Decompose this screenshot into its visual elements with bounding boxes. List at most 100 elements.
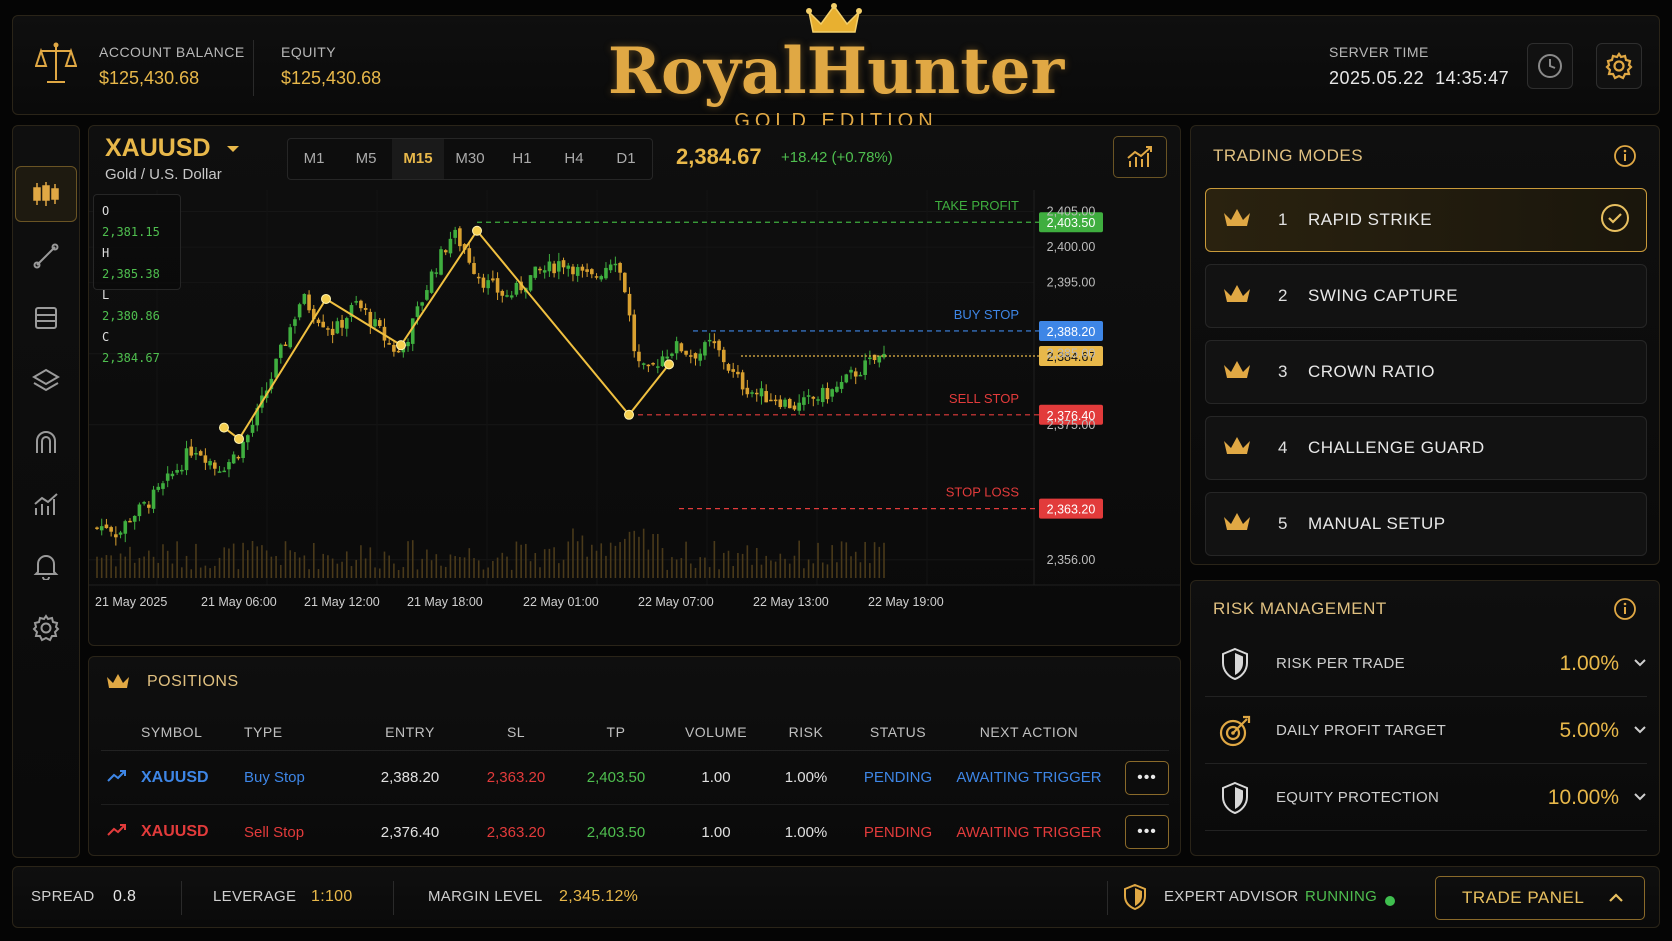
trendline-tool[interactable] bbox=[15, 228, 77, 284]
candle-body bbox=[467, 248, 472, 263]
candle-body bbox=[377, 320, 382, 326]
candle-body bbox=[816, 399, 820, 401]
more-actions-button[interactable]: ••• bbox=[1125, 815, 1169, 849]
mode-manual-setup[interactable]: 5 MANUAL SETUP bbox=[1205, 492, 1647, 556]
candle-body bbox=[604, 267, 608, 279]
daily-profit-target-row[interactable]: DAILY PROFIT TARGET 5.00% bbox=[1205, 698, 1647, 764]
table-row[interactable]: XAUUSD Sell Stop 2,376.40 2,363.20 2,403… bbox=[101, 805, 1169, 859]
candle-body bbox=[340, 319, 344, 328]
candlestick-tool[interactable] bbox=[15, 166, 77, 222]
candle-body bbox=[368, 311, 373, 327]
zigzag-point bbox=[624, 409, 634, 420]
equity-protection-row[interactable]: EQUITY PROTECTION 10.00% bbox=[1205, 765, 1647, 831]
timeframe-h1[interactable]: H1 bbox=[496, 139, 548, 179]
indicators-button[interactable] bbox=[1113, 136, 1167, 178]
analytics-icon bbox=[34, 493, 58, 515]
alerts-tool[interactable] bbox=[15, 538, 77, 594]
risk-per-trade-row[interactable]: RISK PER TRADE 1.00% bbox=[1205, 631, 1647, 697]
row-type: Buy Stop bbox=[244, 769, 305, 786]
col-status: STATUS bbox=[869, 723, 927, 740]
y-tick-label: 2,356.00 bbox=[1047, 553, 1096, 567]
mode-swing-capture[interactable]: 2 SWING CAPTURE bbox=[1205, 264, 1647, 328]
candle-body bbox=[128, 520, 132, 523]
server-time-label: SERVER TIME bbox=[1329, 44, 1429, 60]
timeframe-h4[interactable]: H4 bbox=[548, 139, 600, 179]
row-next-action: AWAITING TRIGGER bbox=[956, 823, 1102, 841]
timeframe-m30[interactable]: M30 bbox=[444, 139, 496, 179]
timeframe-m15[interactable]: M15 bbox=[392, 139, 444, 179]
col-next-action: NEXT ACTION bbox=[979, 723, 1079, 740]
mode-rapid-strike[interactable]: 1 RAPID STRIKE bbox=[1205, 188, 1647, 252]
list-tool[interactable] bbox=[15, 290, 77, 346]
candle-body bbox=[137, 504, 142, 517]
candle-body bbox=[745, 387, 750, 395]
candle-body bbox=[698, 353, 703, 361]
candle-body bbox=[707, 339, 712, 342]
y-tick-label: 2,385.00 bbox=[1047, 347, 1096, 361]
crown-icon bbox=[1222, 434, 1256, 463]
timeframe-d1[interactable]: D1 bbox=[600, 139, 652, 179]
y-tick-label: 2,400.00 bbox=[1047, 240, 1096, 254]
candle-body bbox=[552, 263, 556, 274]
chevron-down-icon[interactable] bbox=[1633, 655, 1647, 673]
chevron-down-icon[interactable] bbox=[1633, 722, 1647, 740]
trade-panel-button[interactable]: TRADE PANEL bbox=[1435, 876, 1645, 920]
server-time: SERVER TIME 2025.05.22 14:35:47 bbox=[1329, 44, 1509, 89]
mode-challenge-guard[interactable]: 4 CHALLENGE GUARD bbox=[1205, 416, 1647, 480]
x-tick-label: 22 May 07:00 bbox=[638, 595, 714, 609]
mode-number: 1 bbox=[1278, 210, 1288, 229]
table-row[interactable]: XAUUSD Buy Stop 2,388.20 2,363.20 2,403.… bbox=[101, 751, 1169, 805]
timeframe-m5[interactable]: M5 bbox=[340, 139, 392, 179]
row-tp: 2,403.50 bbox=[586, 823, 646, 841]
magnet-tool[interactable] bbox=[15, 414, 77, 470]
settings-button[interactable] bbox=[1596, 43, 1642, 89]
zigzag-point bbox=[396, 340, 406, 351]
candle-body bbox=[147, 504, 151, 508]
candle-body bbox=[820, 387, 825, 403]
candle-body bbox=[439, 249, 443, 275]
trading-modes-title: TRADING MODES bbox=[1213, 146, 1364, 165]
x-tick-label: 21 May 06:00 bbox=[201, 595, 277, 609]
candle-body bbox=[189, 446, 194, 456]
price-chart[interactable]: TAKE PROFIT2,403.50BUY STOP2,388.202,384… bbox=[89, 190, 1180, 645]
candle-body bbox=[726, 364, 731, 371]
analytics-tool[interactable] bbox=[15, 476, 77, 532]
row-risk: 1.00% bbox=[784, 769, 828, 786]
candle-body bbox=[175, 470, 179, 473]
candle-body bbox=[151, 489, 156, 509]
candle-body bbox=[491, 278, 495, 281]
timeframe-m1[interactable]: M1 bbox=[288, 139, 340, 179]
row-symbol: XAUUSD bbox=[141, 768, 209, 786]
crown-icon bbox=[105, 671, 131, 696]
info-icon[interactable] bbox=[1613, 597, 1637, 626]
y-tick-label: 2,375.00 bbox=[1047, 418, 1096, 432]
col-risk: RISK bbox=[788, 723, 824, 740]
symbol-selector[interactable]: XAUUSD bbox=[105, 134, 240, 163]
mode-label: CROWN RATIO bbox=[1308, 362, 1436, 381]
candle-body bbox=[406, 341, 410, 347]
mode-crown-ratio[interactable]: 3 CROWN RATIO bbox=[1205, 340, 1647, 404]
layers-tool[interactable] bbox=[15, 352, 77, 408]
candle-body bbox=[472, 263, 476, 274]
status-bar: SPREAD 0.8 LEVERAGE 1:100 MARGIN LEVEL 2… bbox=[12, 866, 1660, 928]
ohlc-high-label: H bbox=[102, 246, 110, 260]
mode-label: MANUAL SETUP bbox=[1308, 514, 1446, 533]
candle-body bbox=[750, 392, 754, 394]
check-circle-icon bbox=[1600, 203, 1630, 238]
info-icon[interactable] bbox=[1613, 144, 1637, 173]
candle-body bbox=[458, 228, 462, 247]
candle-body bbox=[500, 290, 505, 296]
chevron-down-icon[interactable] bbox=[1633, 789, 1647, 807]
candle-body bbox=[425, 290, 429, 300]
candle-body bbox=[250, 424, 255, 433]
price-level-label: SELL STOP bbox=[949, 391, 1019, 406]
candle-body bbox=[863, 360, 867, 375]
candle-body bbox=[505, 295, 509, 297]
divider bbox=[181, 881, 182, 915]
clock-button[interactable] bbox=[1527, 43, 1573, 89]
candle-body bbox=[392, 344, 396, 352]
x-tick-label: 22 May 13:00 bbox=[753, 595, 829, 609]
candle-body bbox=[830, 389, 834, 397]
more-actions-button[interactable]: ••• bbox=[1125, 760, 1169, 795]
settings-tool[interactable] bbox=[15, 600, 77, 656]
